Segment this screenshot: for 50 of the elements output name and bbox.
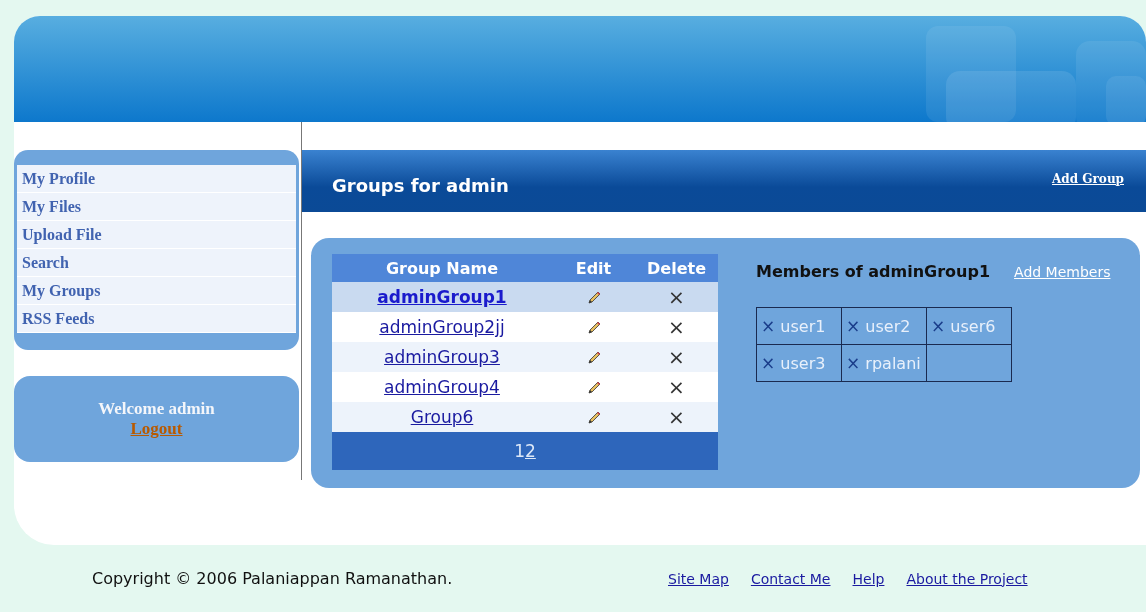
member-name: user3 [780, 354, 826, 373]
delete-icon[interactable]: × [668, 315, 685, 339]
delete-icon[interactable]: × [668, 285, 685, 309]
sidebar-item[interactable]: RSS Feeds [17, 305, 296, 333]
footer-link[interactable]: About the Project [906, 570, 1028, 587]
group-link[interactable]: adminGroup2jj [379, 317, 505, 337]
footer-link[interactable]: Help [852, 570, 885, 587]
group-link[interactable]: adminGroup1 [377, 287, 507, 307]
page-link[interactable]: 1 [514, 441, 525, 461]
remove-icon[interactable]: × [761, 316, 776, 336]
copyright-text: Copyright © 2006 Palaniappan Ramanathan. [92, 569, 454, 588]
group-link[interactable]: adminGroup3 [384, 347, 500, 367]
page-title: Groups for admin [332, 175, 509, 196]
sidebar-item[interactable]: Upload File [17, 221, 296, 249]
sidebar-item[interactable]: My Groups [17, 277, 296, 305]
group-link[interactable]: Group6 [410, 407, 474, 427]
remove-icon[interactable]: × [846, 353, 861, 373]
column-header: Edit [574, 258, 613, 278]
footer-link[interactable]: Site Map [668, 570, 729, 587]
group-row[interactable]: adminGroup4 × [332, 372, 718, 402]
pencil-icon[interactable] [585, 290, 602, 306]
page-link[interactable]: 2 [525, 441, 536, 461]
footer-link[interactable]: Contact Me [750, 570, 831, 587]
group-row[interactable]: Group6 × [332, 402, 718, 432]
remove-icon[interactable]: × [846, 316, 861, 336]
pencil-icon[interactable] [585, 350, 602, 366]
pencil-icon[interactable] [585, 320, 602, 336]
column-header: Delete [646, 258, 707, 278]
member-name: user6 [950, 317, 996, 336]
delete-icon[interactable]: × [668, 375, 685, 399]
members-title: Members of adminGroup1 [756, 262, 991, 281]
group-row[interactable]: adminGroup3 × [332, 342, 718, 372]
remove-icon[interactable]: × [761, 353, 776, 373]
delete-icon[interactable]: × [668, 405, 685, 429]
pencil-icon[interactable] [585, 410, 602, 426]
group-row[interactable]: adminGroup2jj × [332, 312, 718, 342]
sidebar-item[interactable]: My Files [17, 193, 296, 221]
column-header: Group Name [384, 258, 500, 278]
group-row[interactable]: adminGroup1 × [332, 282, 718, 312]
member-name: user2 [865, 317, 911, 336]
group-link[interactable]: adminGroup4 [384, 377, 500, 397]
add-group-link[interactable]: Add Group [1052, 172, 1124, 186]
member-name: rpalani [865, 354, 921, 373]
welcome-text: Welcome admin [98, 399, 215, 419]
member-name: user1 [780, 317, 826, 336]
pencil-icon[interactable] [585, 380, 602, 396]
delete-icon[interactable]: × [668, 345, 685, 369]
remove-icon[interactable]: × [931, 316, 946, 336]
sidebar-item[interactable]: Search [17, 249, 296, 277]
sidebar-item[interactable]: My Profile [17, 165, 296, 193]
